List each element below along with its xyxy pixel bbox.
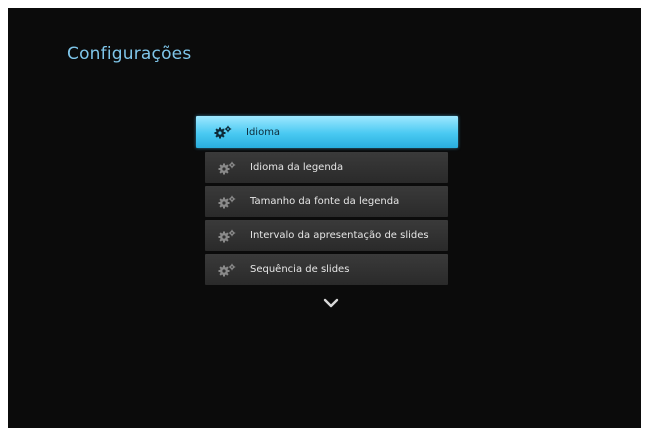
menu-item-tamanho-fonte[interactable]: Tamanho da fonte da legenda — [205, 186, 448, 217]
gear-icon — [218, 263, 236, 277]
menu-item-sequencia-slides[interactable]: Sequência de slides — [205, 254, 448, 285]
chevron-down-icon[interactable] — [323, 296, 339, 308]
gear-icon — [218, 161, 236, 175]
menu-item-label: Idioma — [246, 126, 281, 138]
menu-item-intervalo-slides[interactable]: Intervalo da apresentação de slides — [205, 220, 448, 251]
menu-item-idioma-legenda[interactable]: Idioma da legenda — [205, 152, 448, 183]
menu-item-label: Intervalo da apresentação de slides — [250, 230, 429, 241]
gear-icon — [218, 229, 236, 243]
settings-screen: Configurações Idioma Idioma da legenda T… — [8, 8, 641, 428]
gear-icon — [218, 195, 236, 209]
menu-item-label: Idioma da legenda — [250, 162, 344, 173]
page-title: Configurações — [67, 44, 192, 64]
menu-item-idioma[interactable]: Idioma — [196, 116, 458, 148]
settings-menu: Idioma Idioma da legenda Tamanho da font… — [196, 116, 458, 288]
menu-item-label: Tamanho da fonte da legenda — [250, 196, 400, 207]
menu-item-label: Sequência de slides — [250, 264, 350, 275]
gear-icon — [214, 125, 232, 139]
